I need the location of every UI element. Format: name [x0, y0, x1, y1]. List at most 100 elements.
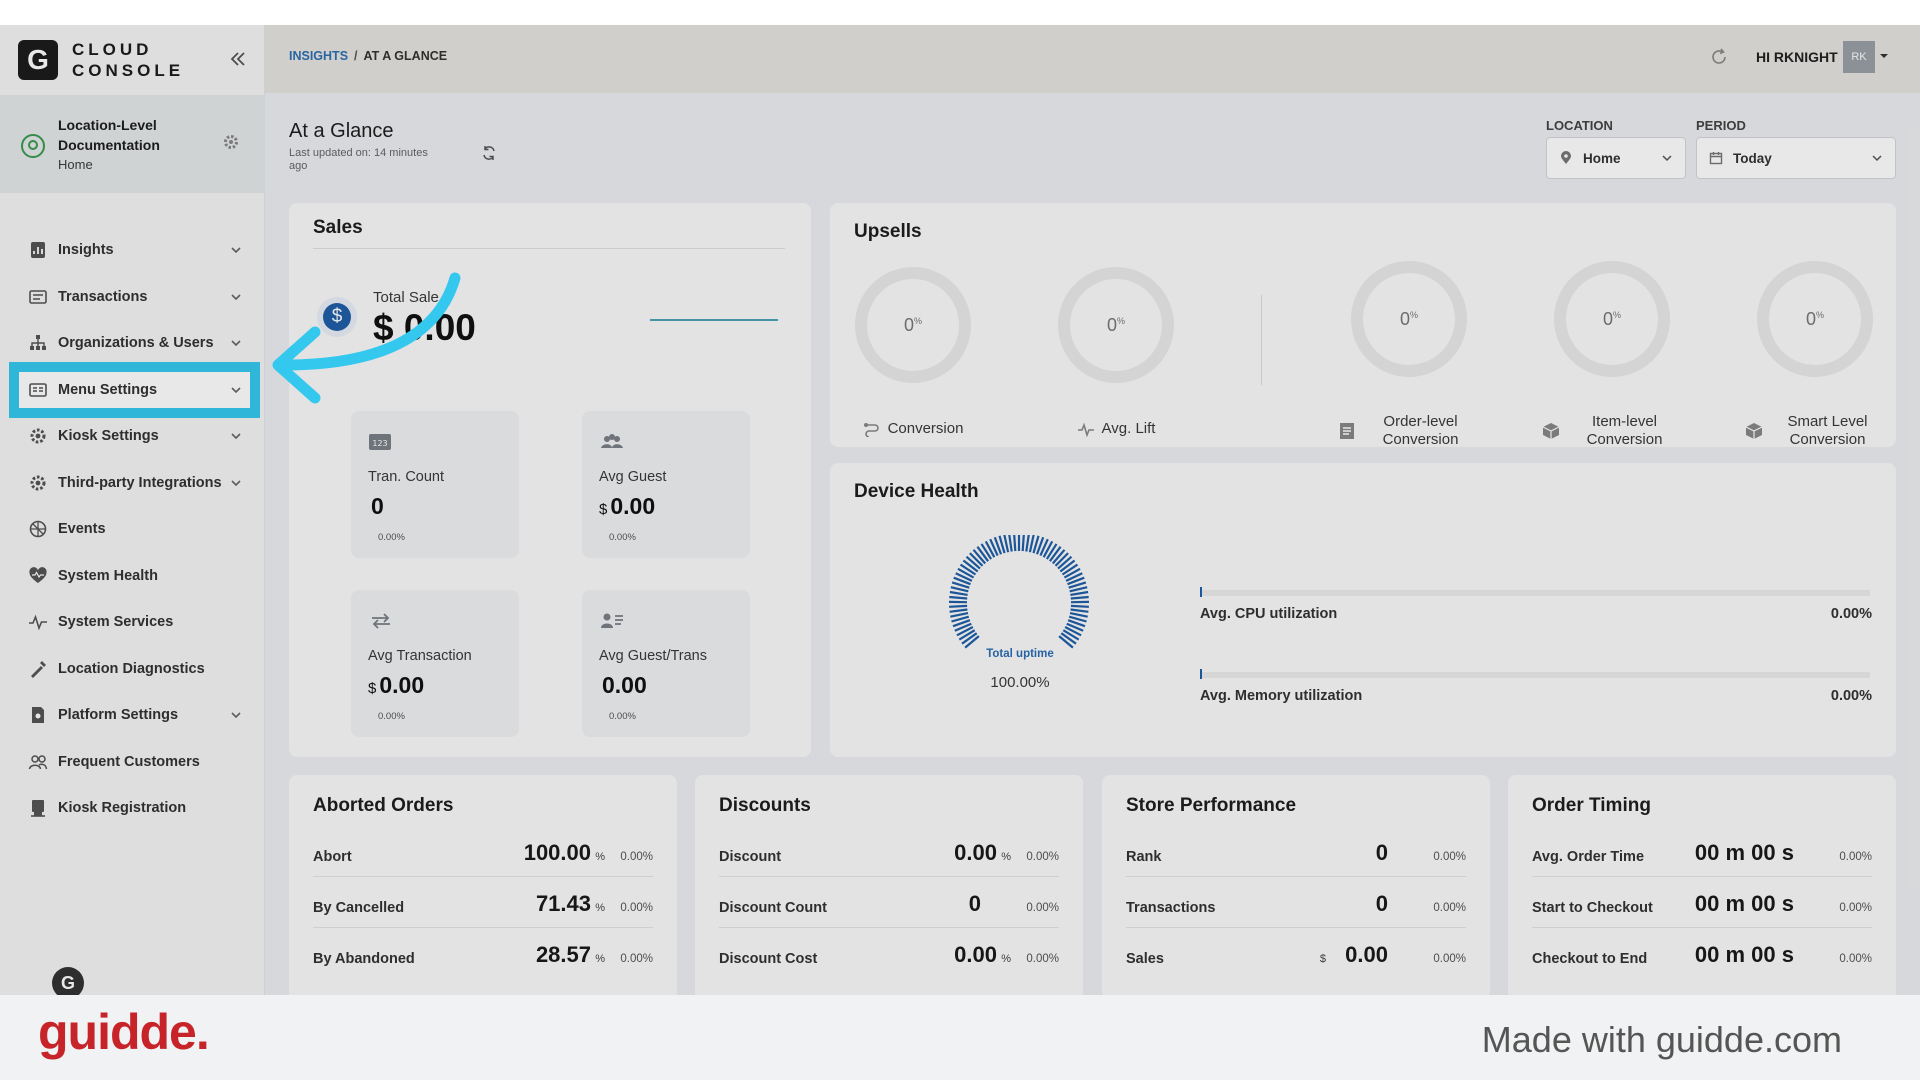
made-with-text[interactable]: Made with guidde.com	[1482, 1019, 1842, 1061]
brand-name: CLOUD CONSOLE	[72, 39, 184, 81]
sidebar-item-system-health[interactable]: System Health	[0, 553, 265, 600]
top-header: INSIGHTS / AT A GLANCE HI RKNIGHT RK	[265, 25, 1920, 93]
stat-pct: 0.00%	[1433, 902, 1466, 914]
sidebar-item-system-services[interactable]: System Services	[0, 599, 265, 646]
order-level-label: Order-level Conversion	[1339, 413, 1479, 449]
sidebar-item-frequent-customers[interactable]: Frequent Customers	[0, 739, 265, 786]
uptime-gauge	[948, 535, 1090, 649]
stat-pct: 0.00%	[620, 851, 653, 863]
gauge-tick	[1069, 586, 1088, 593]
smart-level-label: Smart Level Conversion	[1745, 413, 1885, 449]
caret-down-icon[interactable]	[1879, 51, 1889, 61]
breadcrumb-insights-link[interactable]: INSIGHTS	[289, 49, 348, 63]
guidde-logo[interactable]: guidde.	[38, 1003, 210, 1061]
sidebar-item-third-party-integrations[interactable]: Third-party Integrations	[0, 460, 265, 507]
chevron-down-icon[interactable]	[229, 708, 243, 722]
sidebar-item-menu-settings[interactable]: Menu Settings	[9, 361, 260, 418]
pulse-icon	[28, 612, 48, 632]
gauge-tick	[949, 608, 968, 613]
chevron-down-icon[interactable]	[229, 243, 243, 257]
smart-icon	[1745, 423, 1763, 439]
sidebar-item-events[interactable]: Events	[0, 506, 265, 553]
tile-tran-count: 123 Tran. Count 0 0.00%	[351, 411, 519, 558]
sidebar-item-transactions[interactable]: Transactions	[0, 274, 265, 321]
metric-unit: %	[1613, 310, 1622, 320]
user-greeting[interactable]: HI RKNIGHT	[1756, 49, 1838, 65]
gauge-tick	[1045, 543, 1058, 560]
chevron-down-icon[interactable]	[229, 429, 243, 443]
stat-label: Start to Checkout	[1532, 900, 1653, 916]
app-window: G CLOUD CONSOLE Location-Level Documenta…	[0, 25, 1920, 995]
card-title: Aborted Orders	[313, 795, 454, 816]
metric-number: 0	[903, 315, 914, 335]
sidebar-item-insights[interactable]: Insights	[0, 227, 265, 274]
stat-row: Abort 100.00% 0.00%	[313, 837, 653, 877]
chevron-down-icon[interactable]	[229, 476, 243, 490]
stat-pct: 0.00%	[1839, 953, 1872, 965]
stat-row: Discount 0.00% 0.00%	[719, 837, 1059, 877]
location-select[interactable]: Home	[1546, 137, 1686, 179]
chevron-down-icon[interactable]	[229, 290, 243, 304]
user-avatar[interactable]: RK	[1843, 41, 1875, 73]
collapse-sidebar-button[interactable]	[226, 47, 250, 71]
sidebar-item-label: Insights	[58, 242, 114, 259]
stat-label: Transactions	[1126, 900, 1216, 916]
location-subtitle: Home	[58, 157, 93, 172]
sidebar-item-platform-settings[interactable]: Platform Settings	[0, 692, 265, 739]
avg-lift-label: Avg. Lift	[1046, 420, 1186, 438]
refresh-icon[interactable]	[1709, 47, 1729, 67]
stat-row: Start to Checkout 00 m 00 s 0.00%	[1532, 888, 1872, 928]
stat-unit: %	[595, 902, 605, 914]
discounts-card: Discounts Discount 0.00% 0.00% Discount Coun…	[695, 775, 1083, 995]
stat-unit: %	[1001, 953, 1011, 965]
stat-pct: 0.00%	[1433, 851, 1466, 863]
breadcrumb-current: AT A GLANCE	[363, 49, 448, 63]
store-performance-card: Store Performance Rank 0 0.00% Transactions 0…	[1102, 775, 1490, 995]
sidebar-item-location-diagnostics[interactable]: Location Diagnostics	[0, 646, 265, 693]
stat-value: 0	[1375, 840, 1388, 865]
sidebar-item-kiosk-settings[interactable]: Kiosk Settings	[0, 413, 265, 460]
gauge-tick	[958, 629, 976, 641]
gauge-tick	[1008, 535, 1013, 552]
cpu-bar	[1200, 587, 1870, 597]
reload-icon[interactable]	[481, 145, 497, 161]
stat-value: 00 m 00 s	[1694, 891, 1794, 916]
gear-icon[interactable]	[222, 133, 240, 151]
kiosk-settings-icon	[28, 426, 48, 446]
cpu-label: Avg. CPU utilization	[1200, 606, 1338, 622]
metric-unit: %	[1410, 310, 1419, 320]
bottom-avatar[interactable]: G	[52, 967, 84, 995]
svg-text:123: 123	[372, 439, 387, 448]
memory-bar-fill	[1200, 669, 1202, 679]
card-title: Order Timing	[1532, 795, 1651, 816]
stat-row: Discount Cost 0.00% 0.00%	[719, 939, 1059, 979]
chevron-down-icon[interactable]	[229, 336, 243, 350]
uptime-value: 100.00%	[990, 674, 1050, 691]
metric-unit: %	[1117, 316, 1126, 326]
order-timing-card: Order Timing Avg. Order Time 00 m 00 s 0.00…	[1508, 775, 1896, 995]
conversion-icon	[863, 423, 879, 437]
sidebar-item-label: System Health	[58, 567, 158, 584]
brand[interactable]: G CLOUD CONSOLE	[18, 39, 184, 81]
chevron-down-icon[interactable]	[229, 383, 243, 397]
sidebar-item-organizations-and-users[interactable]: Organizations & Users	[0, 320, 265, 367]
tile-number: 0	[371, 493, 384, 519]
metric-label: Avg. Lift	[1101, 420, 1156, 437]
order-level-value: 0%	[1351, 309, 1467, 330]
chevron-down-icon	[1662, 155, 1672, 162]
cpu-bar-fill	[1200, 587, 1202, 597]
sidebar-item-kiosk-registration[interactable]: Kiosk Registration	[0, 785, 265, 832]
pointer-arrow-icon	[272, 272, 461, 404]
stat-pct: 0.00%	[1026, 953, 1059, 965]
calendar-icon	[1709, 152, 1723, 165]
stat-label: Discount	[719, 849, 782, 865]
transactions-icon	[28, 287, 48, 307]
period-select[interactable]: Today	[1696, 137, 1896, 179]
location-card[interactable]: Location-Level Documentation Home	[0, 95, 265, 193]
sidebar-item-label: Location Diagnostics	[58, 660, 205, 677]
aborted-orders-card: Aborted Orders Abort 100.00% 0.00% By Cancel…	[289, 775, 677, 995]
gauge-tick	[1003, 535, 1010, 553]
metric-label: Item-level Conversion	[1586, 413, 1663, 448]
tile-label: Avg Guest/Trans	[599, 648, 707, 664]
exchange-icon	[372, 613, 390, 629]
